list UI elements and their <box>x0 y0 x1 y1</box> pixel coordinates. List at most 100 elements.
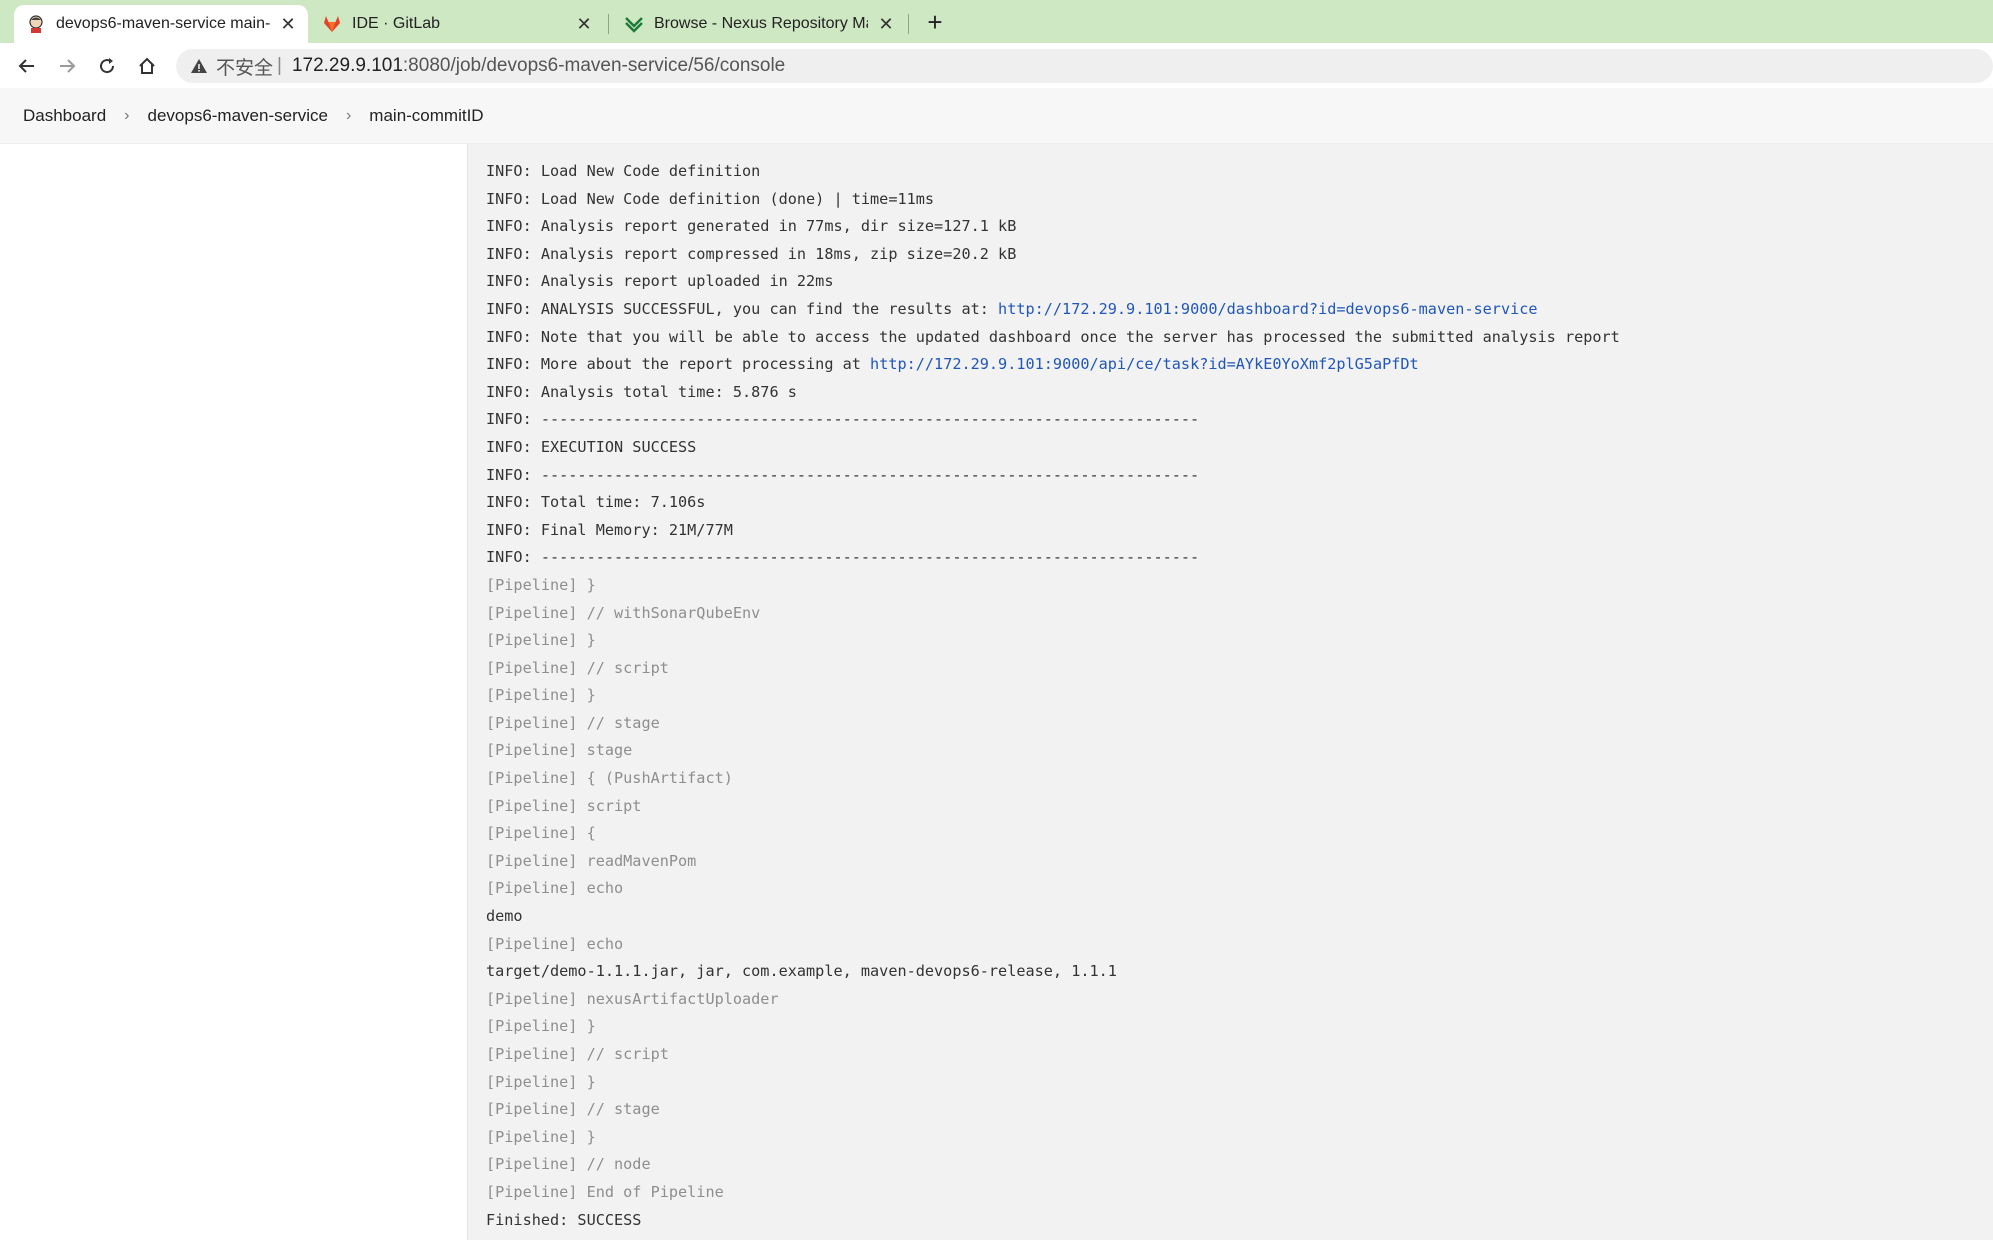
tab-title: Browse - Nexus Repository Ma <box>654 15 868 32</box>
console-line: INFO: Analysis report compressed in 18ms… <box>486 241 1620 269</box>
console-line-text: [Pipeline] echo <box>486 879 624 898</box>
address-separator: | <box>277 55 282 76</box>
url-host: 172.29.9.101 <box>291 55 403 76</box>
console-line: [Pipeline] echo <box>486 875 1620 903</box>
console-line-text: [Pipeline] } <box>486 686 596 705</box>
close-icon[interactable]: ✕ <box>280 14 296 35</box>
console-line-text: [Pipeline] // script <box>486 658 669 677</box>
console-line-text: INFO: ----------------------------------… <box>486 465 1200 484</box>
console-line: [Pipeline] // stage <box>486 710 1620 738</box>
tab-divider <box>908 14 909 34</box>
console-line: INFO: Analysis report generated in 77ms,… <box>486 213 1620 241</box>
breadcrumb: Dashboard › devops6-maven-service › main… <box>0 88 1993 144</box>
console-line: [Pipeline] } <box>486 1069 1620 1097</box>
gitlab-icon <box>324 16 340 32</box>
console-line-text: [Pipeline] script <box>486 796 642 815</box>
console-line-text: [Pipeline] stage <box>486 741 633 760</box>
address-bar[interactable]: 不安全 | 172.29.9.101 :8080/job/devops6-mav… <box>176 49 1993 83</box>
console-line: demo <box>486 903 1620 931</box>
console-line-text: [Pipeline] { (PushArtifact) <box>486 769 733 788</box>
nexus-icon <box>625 17 643 33</box>
console-line-text: target/demo-1.1.1.jar, jar, com.example,… <box>486 962 1117 981</box>
console-line-text: [Pipeline] // stage <box>486 1100 660 1119</box>
console-line-text: INFO: Total time: 7.106s <box>486 493 706 512</box>
console-line: INFO: ----------------------------------… <box>486 462 1620 490</box>
console-line: [Pipeline] // withSonarQubeEnv <box>486 600 1620 628</box>
console-line-text: INFO: More about the report processing a… <box>486 355 871 374</box>
console-line: [Pipeline] { (PushArtifact) <box>486 765 1620 793</box>
console-line-text: [Pipeline] // stage <box>486 713 660 732</box>
tab-title: devops6-maven-service main- <box>56 15 270 32</box>
console-line-text: INFO: Note that you will be able to acce… <box>486 327 1620 346</box>
console-line-text: INFO: ----------------------------------… <box>486 410 1200 429</box>
console-line-text: INFO: Analysis report compressed in 18ms… <box>486 244 1017 263</box>
console-line: INFO: ANALYSIS SUCCESSFUL, you can find … <box>486 296 1620 324</box>
home-button[interactable] <box>132 51 162 81</box>
console-line-text: INFO: Final Memory: 21M/77M <box>486 520 733 539</box>
close-icon[interactable]: ✕ <box>878 14 894 35</box>
console-line-text: [Pipeline] nexusArtifactUploader <box>486 989 779 1008</box>
console-line-text: [Pipeline] echo <box>486 934 624 953</box>
console-line-text: [Pipeline] // script <box>486 1045 669 1063</box>
home-icon <box>139 57 155 74</box>
console-line-text: [Pipeline] } <box>486 1072 596 1091</box>
console-line-text: INFO: Analysis report uploaded in 22ms <box>486 272 834 291</box>
console-line: [Pipeline] } <box>486 627 1620 655</box>
console-line-text: [Pipeline] End of Pipeline <box>486 1182 724 1201</box>
console-line: INFO: ----------------------------------… <box>486 544 1620 572</box>
console-line: INFO: ----------------------------------… <box>486 406 1620 434</box>
url-path: :8080/job/devops6-maven-service/56/conso… <box>402 55 786 76</box>
console-line: target/demo-1.1.1.jar, jar, com.example,… <box>486 958 1620 986</box>
console-line-text: [Pipeline] } <box>486 1017 596 1036</box>
console-line: [Pipeline] } <box>486 1013 1620 1041</box>
console-line: [Pipeline] } <box>486 682 1620 710</box>
forward-arrow-icon <box>60 59 76 73</box>
breadcrumb-branch[interactable]: main-commitID <box>369 106 483 126</box>
console-line: [Pipeline] } <box>486 1124 1620 1152</box>
console-link[interactable]: http://172.29.9.101:9000/api/ce/task?id=… <box>870 355 1419 373</box>
close-icon[interactable]: ✕ <box>576 14 592 35</box>
console-line-text: INFO: Analysis total time: 5.876 s <box>486 382 797 401</box>
console-line-text: INFO: EXECUTION SUCCESS <box>486 437 697 456</box>
console-line: [Pipeline] readMavenPom <box>486 848 1620 876</box>
console-line: [Pipeline] End of Pipeline <box>486 1179 1620 1207</box>
console-lines: INFO: Load New Code definition INFO: Load… <box>486 158 1620 1234</box>
console-line: [Pipeline] // script <box>486 655 1620 683</box>
console-line-text: [Pipeline] } <box>486 631 596 650</box>
console-line: [Pipeline] } <box>486 572 1620 600</box>
back-arrow-icon <box>18 59 34 73</box>
new-tab-button[interactable]: + <box>920 7 950 37</box>
back-button[interactable] <box>12 51 42 81</box>
console-line: [Pipeline] // node <box>486 1151 1620 1179</box>
console-line: INFO: Load New Code definition (done) | … <box>486 186 1620 214</box>
breadcrumb-job[interactable]: devops6-maven-service <box>148 106 328 126</box>
console-line: INFO: EXECUTION SUCCESS <box>486 434 1620 462</box>
console-line: [Pipeline] stage <box>486 737 1620 765</box>
tab-jenkins-console[interactable]: devops6-maven-service main- ✕ <box>14 5 308 43</box>
forward-button[interactable] <box>52 51 82 81</box>
tab-title: IDE · GitLab <box>352 15 441 32</box>
console-line: INFO: Analysis total time: 5.876 s <box>486 379 1620 407</box>
breadcrumb-dashboard[interactable]: Dashboard <box>23 106 106 126</box>
console-line: Finished: SUCCESS <box>486 1207 1620 1235</box>
console-line: [Pipeline] nexusArtifactUploader <box>486 986 1620 1014</box>
console-line-text: INFO: Load New Code definition <box>486 162 761 180</box>
console-line-text: [Pipeline] // node <box>486 1155 651 1174</box>
tab-nexus-browse[interactable]: Browse - Nexus Repository Ma ✕ <box>612 5 906 43</box>
jenkins-icon <box>29 15 43 33</box>
console-line-text: INFO: Load New Code definition (done) | … <box>486 189 935 208</box>
console-output: INFO: Load New Code definition INFO: Load… <box>467 144 1993 1240</box>
security-label[interactable]: 不安全 <box>216 53 273 80</box>
console-line: INFO: More about the report processing a… <box>486 351 1620 379</box>
tab-gitlab-ide[interactable]: IDE · GitLab ✕ <box>310 5 604 43</box>
console-line: INFO: Final Memory: 21M/77M <box>486 517 1620 545</box>
console-line-text: [Pipeline] readMavenPom <box>486 851 697 870</box>
console-line-text: Finished: SUCCESS <box>486 1210 642 1229</box>
chevron-right-icon: › <box>124 106 130 124</box>
console-line: [Pipeline] // script <box>486 1041 1620 1069</box>
reload-button[interactable] <box>92 51 122 81</box>
warning-triangle-icon <box>191 59 207 73</box>
console-link[interactable]: http://172.29.9.101:9000/dashboard?id=de… <box>998 300 1537 318</box>
console-line: [Pipeline] echo <box>486 931 1620 959</box>
console-line: [Pipeline] { <box>486 820 1620 848</box>
